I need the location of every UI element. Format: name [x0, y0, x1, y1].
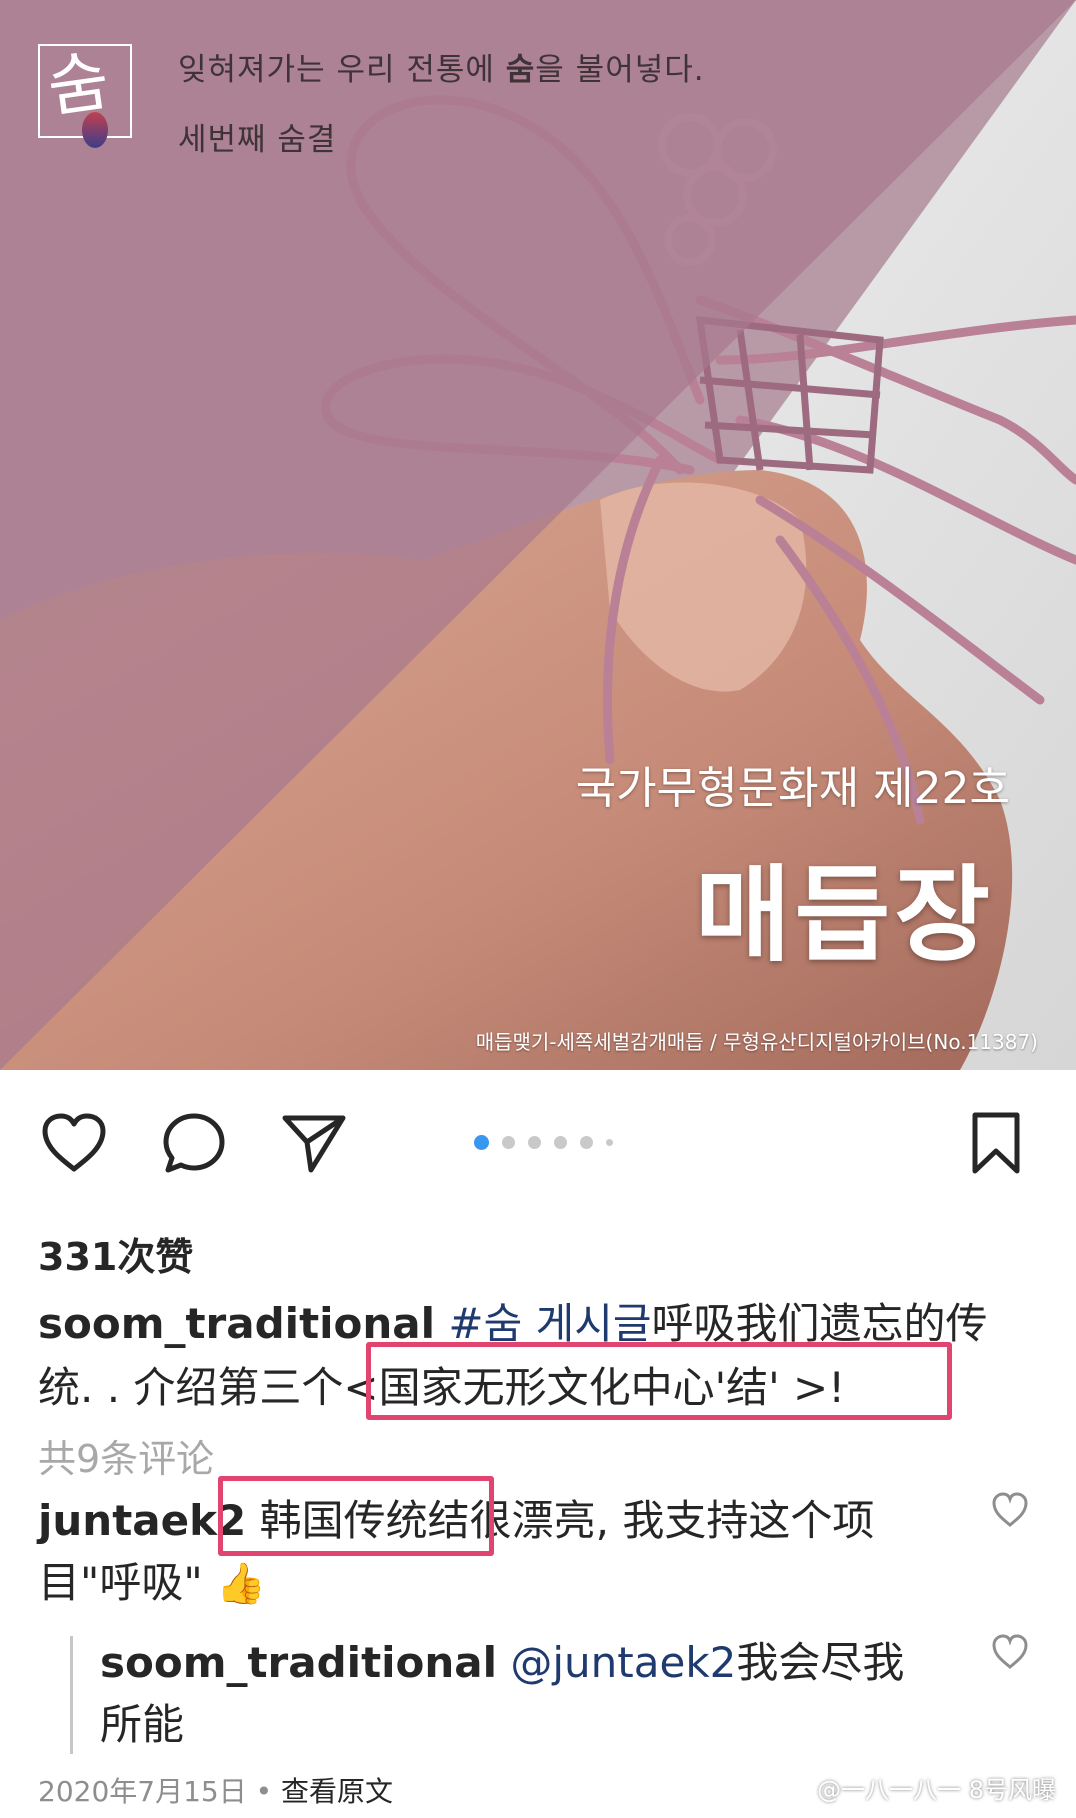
- paper-plane-icon: [282, 1115, 346, 1173]
- reply-item: soom_traditional @juntaek2我会尽我所能: [100, 1632, 940, 1756]
- share-button[interactable]: [274, 1108, 354, 1178]
- heritage-name: 매듭장: [694, 854, 994, 976]
- post-timestamp: 2020年7月15日 • 查看原文: [38, 1770, 393, 1810]
- caption-highlight-box: [366, 1342, 952, 1420]
- view-original-link[interactable]: 查看原文: [281, 1775, 393, 1808]
- comment-button[interactable]: [154, 1108, 234, 1178]
- carousel-dot: [528, 1136, 541, 1149]
- reply-username[interactable]: soom_traditional: [100, 1638, 497, 1687]
- caption-username[interactable]: soom_traditional: [38, 1299, 435, 1348]
- heritage-number: 국가무형문화재 제22호: [575, 763, 1010, 814]
- view-all-comments-link[interactable]: 共9条评论: [38, 1428, 214, 1483]
- comment-bubble-icon: [163, 1113, 225, 1173]
- image-credit-caption: 매듭맺기-세쪽세벌감개매듭 / 무형유산디지털아카이브(No.11387): [475, 1030, 1038, 1054]
- reply-thread-line: [70, 1636, 73, 1754]
- timestamp-separator: •: [246, 1775, 282, 1808]
- post-action-bar: [0, 1098, 1076, 1188]
- carousel-dot: [606, 1139, 613, 1146]
- taegeuk-mark-icon: [82, 112, 108, 148]
- logo-glyph: 숨: [42, 42, 114, 127]
- comment-username[interactable]: juntaek2: [38, 1496, 246, 1545]
- carousel-dot-active: [474, 1135, 489, 1150]
- carousel-dot: [580, 1136, 593, 1149]
- like-count[interactable]: 331次赞: [38, 1226, 193, 1281]
- save-button[interactable]: [956, 1108, 1036, 1178]
- image-tagline: 잊혀져가는 우리 전통에 숨을 불어넣다.: [178, 44, 705, 89]
- comment-like-heart-icon[interactable]: [990, 1490, 1030, 1530]
- reply-mention[interactable]: @juntaek2: [510, 1638, 736, 1687]
- comment-highlight-box: [218, 1476, 494, 1556]
- tagline-text-before: 잊혀져가는 우리 전통에: [178, 52, 506, 88]
- thumbs-up-emoji: 👍: [216, 1561, 266, 1607]
- tagline-bold-word: 숨: [505, 52, 536, 88]
- carousel-dot: [554, 1136, 567, 1149]
- brand-logo: 숨: [38, 42, 132, 148]
- weibo-watermark: @一八一八一 8号风曝: [817, 1776, 1056, 1804]
- like-button[interactable]: [34, 1108, 114, 1178]
- heart-icon: [42, 1113, 106, 1172]
- tagline-text-after: 을 불어넣다.: [535, 52, 705, 88]
- caption-hashtag[interactable]: #숨 게시글: [435, 1299, 651, 1348]
- post-date: 2020年7月15日: [38, 1775, 247, 1808]
- post-image[interactable]: 숨 잊혀져가는 우리 전통에 숨을 불어넣다. 세번째 숨결 국가무형문화재 제…: [0, 0, 1076, 1070]
- carousel-indicator: [474, 1135, 613, 1150]
- carousel-dot: [502, 1136, 515, 1149]
- bookmark-icon: [972, 1112, 1020, 1174]
- image-subtitle: 세번째 숨결: [178, 122, 337, 158]
- reply-like-heart-icon[interactable]: [990, 1632, 1030, 1672]
